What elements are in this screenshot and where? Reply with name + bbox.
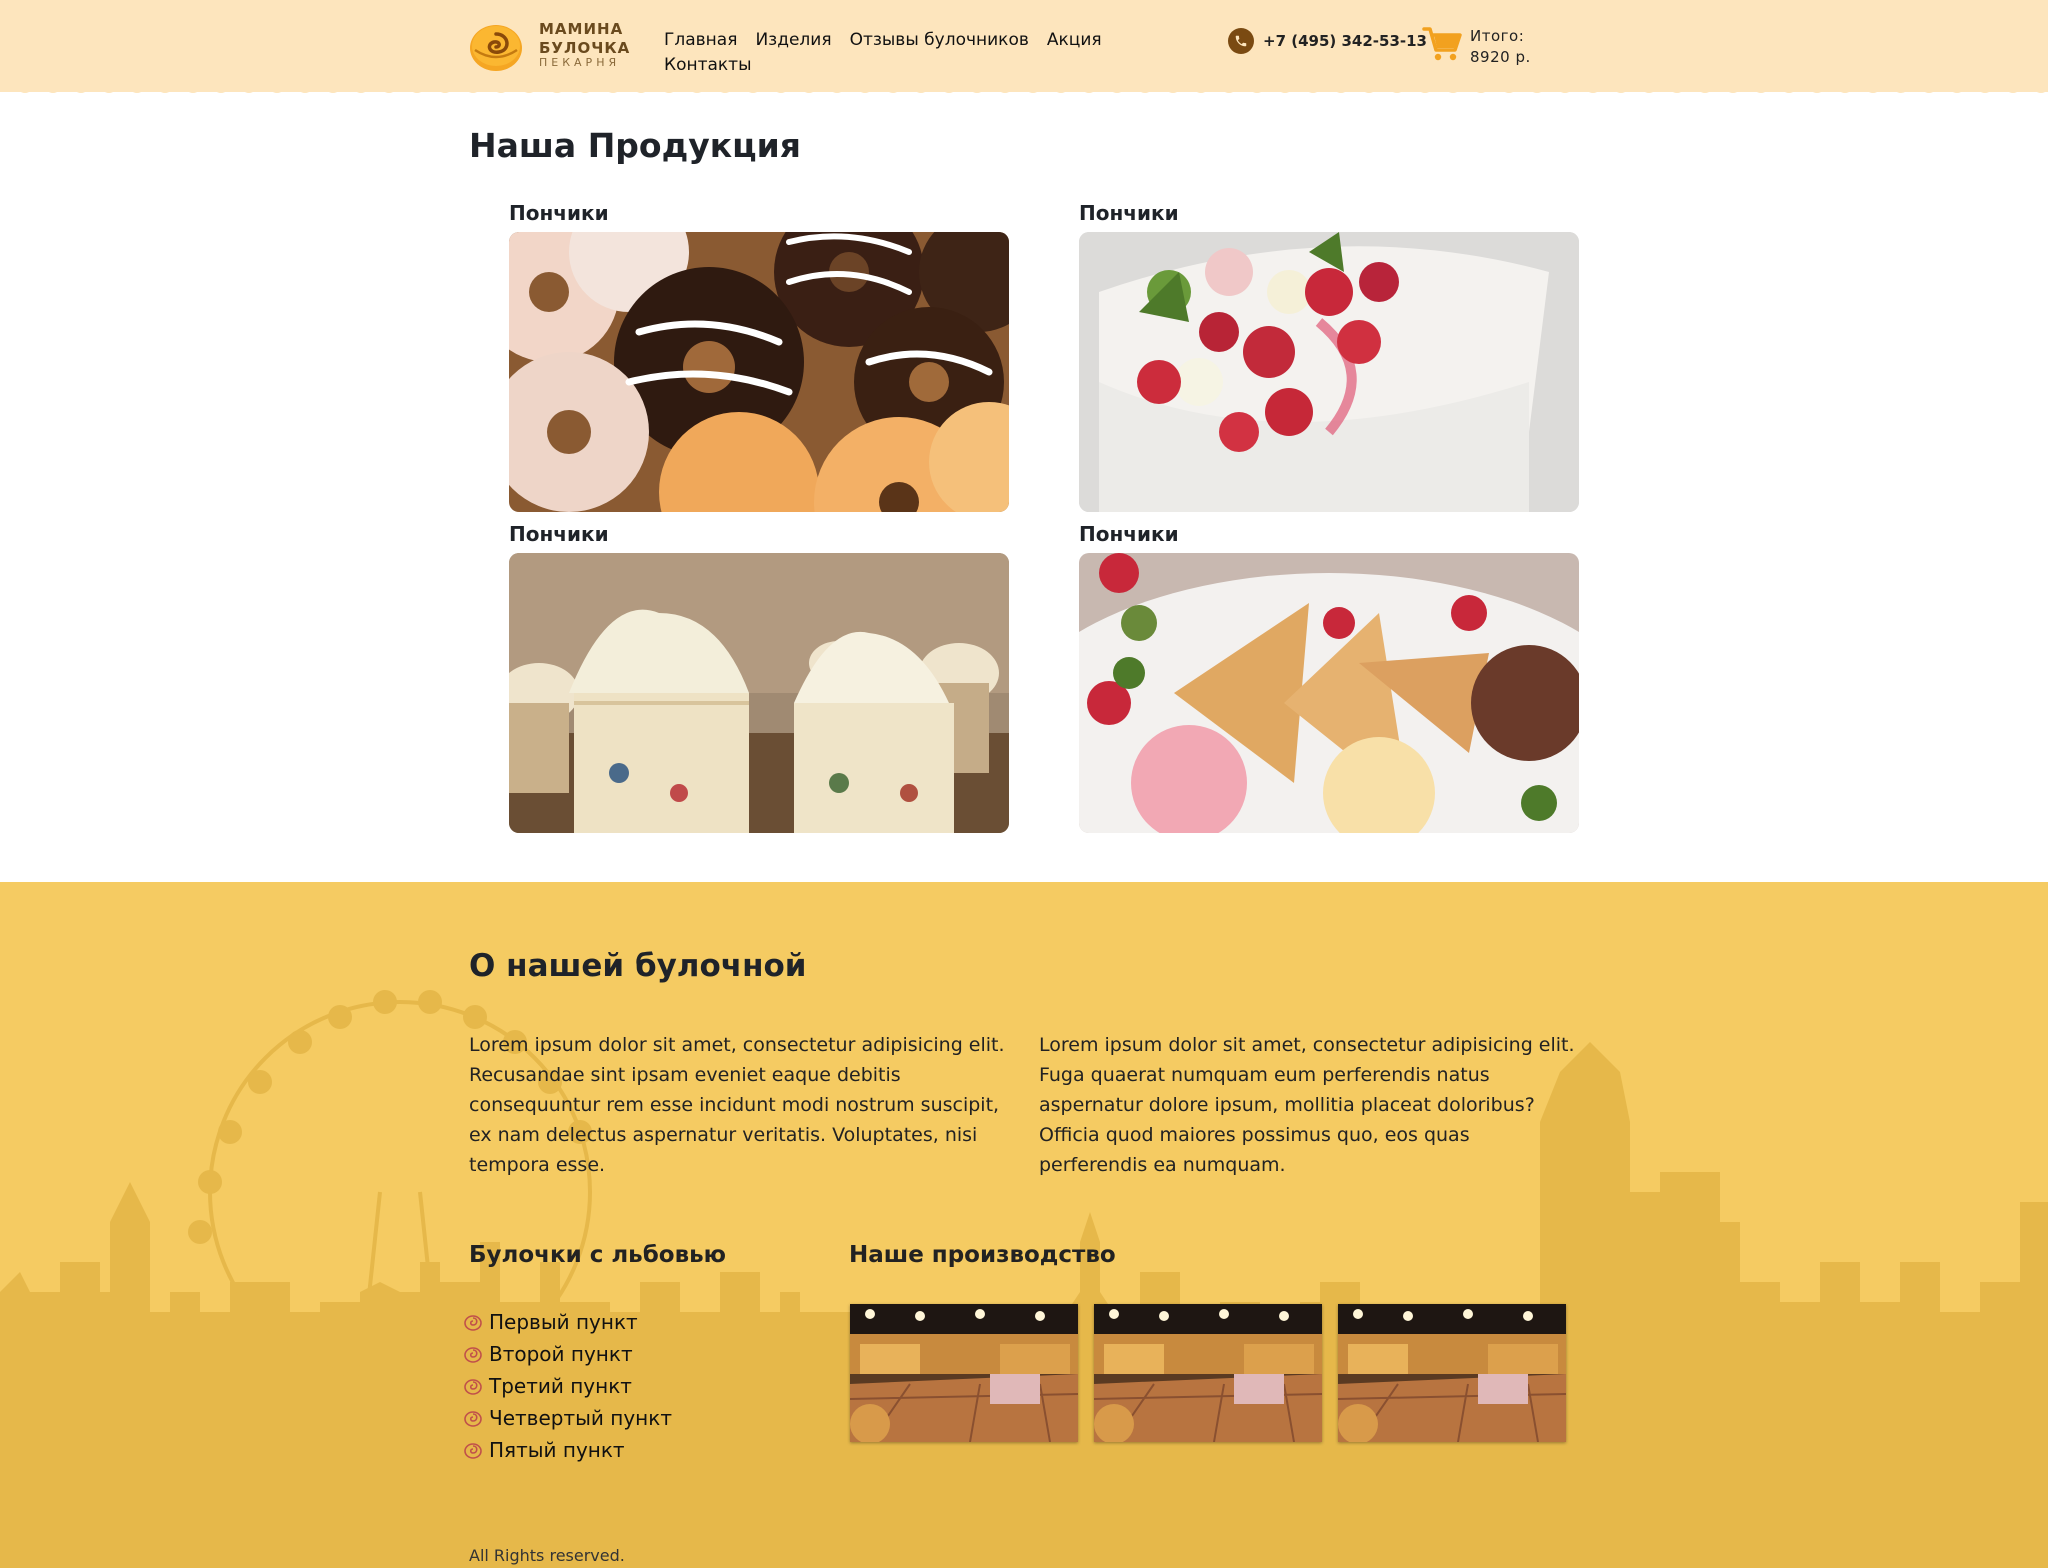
bun-bullet-icon <box>464 1411 482 1427</box>
product-card-title: Пончики <box>509 201 609 225</box>
bun-bullet-icon <box>464 1443 482 1459</box>
nav-link-reviews[interactable]: Отзывы булочников <box>850 28 1029 53</box>
production-title: Наше производство <box>849 1242 1116 1268</box>
phone-icon <box>1228 28 1254 54</box>
bun-bullet-icon <box>464 1315 482 1331</box>
cart-total-value: 8920 р. <box>1470 48 1531 66</box>
header-phone[interactable]: +7 (495) 342-53-13 <box>1228 28 1427 54</box>
header-wave-edge <box>0 84 2048 93</box>
list-item: Пятый пункт <box>463 1434 672 1466</box>
about-title: О нашей булочной <box>469 948 807 984</box>
bakery-interior-image[interactable] <box>1338 1304 1566 1442</box>
cinnamon-bun-logo-icon <box>470 25 522 71</box>
bun-bullet-icon <box>464 1347 482 1363</box>
product-card-4[interactable]: Пончики <box>1079 523 1579 833</box>
product-card-1[interactable]: Пончики <box>509 202 1009 512</box>
donuts-image[interactable] <box>509 232 1009 512</box>
berry-cake-image[interactable] <box>1079 232 1579 512</box>
bun-bullet-icon <box>464 1379 482 1395</box>
list-item-label: Пятый пункт <box>489 1438 625 1462</box>
bakery-interior-image[interactable] <box>850 1304 1078 1442</box>
product-card-2[interactable]: Пончики <box>1079 202 1579 512</box>
product-card-title: Пончики <box>1079 522 1179 546</box>
about-text-left: Lorem ipsum dolor sit amet, consectetur … <box>469 1034 1005 1176</box>
shopping-cart-icon[interactable] <box>1422 24 1462 64</box>
product-card-title: Пончики <box>509 522 609 546</box>
products-section-title: Наша Продукция <box>469 126 801 165</box>
list-item: Первый пункт <box>463 1306 672 1338</box>
nav-link-contacts[interactable]: Контакты <box>664 53 752 78</box>
city-skyline-background <box>0 990 2048 1568</box>
nav-link-promo[interactable]: Акция <box>1047 28 1102 53</box>
brand-name: МАМИНА БУЛОЧКА <box>539 20 630 58</box>
buns-list: Первый пункт Второй пункт Третий пункт Ч… <box>463 1306 672 1466</box>
list-item-label: Четвертый пункт <box>489 1406 672 1430</box>
ice-cream-cones-image[interactable] <box>1079 553 1579 833</box>
site-logo[interactable]: МАМИНА БУЛОЧКА ПЕКАРНЯ <box>469 18 639 74</box>
product-card-title: Пончики <box>1079 201 1179 225</box>
product-card-3[interactable]: Пончики <box>509 523 1009 833</box>
list-item: Второй пункт <box>463 1338 672 1370</box>
phone-number: +7 (495) 342-53-13 <box>1263 32 1427 50</box>
footer-copyright: All Rights reserved. <box>469 1546 625 1565</box>
brand-tagline: ПЕКАРНЯ <box>539 56 621 69</box>
bakery-interior-image[interactable] <box>1094 1304 1322 1442</box>
list-item: Третий пункт <box>463 1370 672 1402</box>
nav-link-home[interactable]: Главная <box>664 28 737 53</box>
cart-total[interactable]: Итого: 8920 р. <box>1470 26 1531 68</box>
nav-link-products[interactable]: Изделия <box>755 28 831 53</box>
cart-total-label: Итого: <box>1470 27 1525 45</box>
list-item: Четвертый пункт <box>463 1402 672 1434</box>
brand-name-line1: МАМИНА <box>539 20 624 38</box>
buns-list-title: Булочки с льбовью <box>469 1242 727 1268</box>
cupcakes-image[interactable] <box>509 553 1009 833</box>
list-item-label: Третий пункт <box>489 1374 632 1398</box>
list-item-label: Второй пункт <box>489 1342 633 1366</box>
site-header: МАМИНА БУЛОЧКА ПЕКАРНЯ Главная Изделия Отз… <box>0 0 2048 93</box>
main-nav: Главная Изделия Отзывы булочников Акция Конт… <box>664 28 1134 78</box>
list-item-label: Первый пункт <box>489 1310 638 1334</box>
about-section: О нашей булочной Lorem ipsum dolor sit a… <box>0 882 2048 1568</box>
about-text-right: Lorem ipsum dolor sit amet, consectetur … <box>1039 1034 1575 1176</box>
